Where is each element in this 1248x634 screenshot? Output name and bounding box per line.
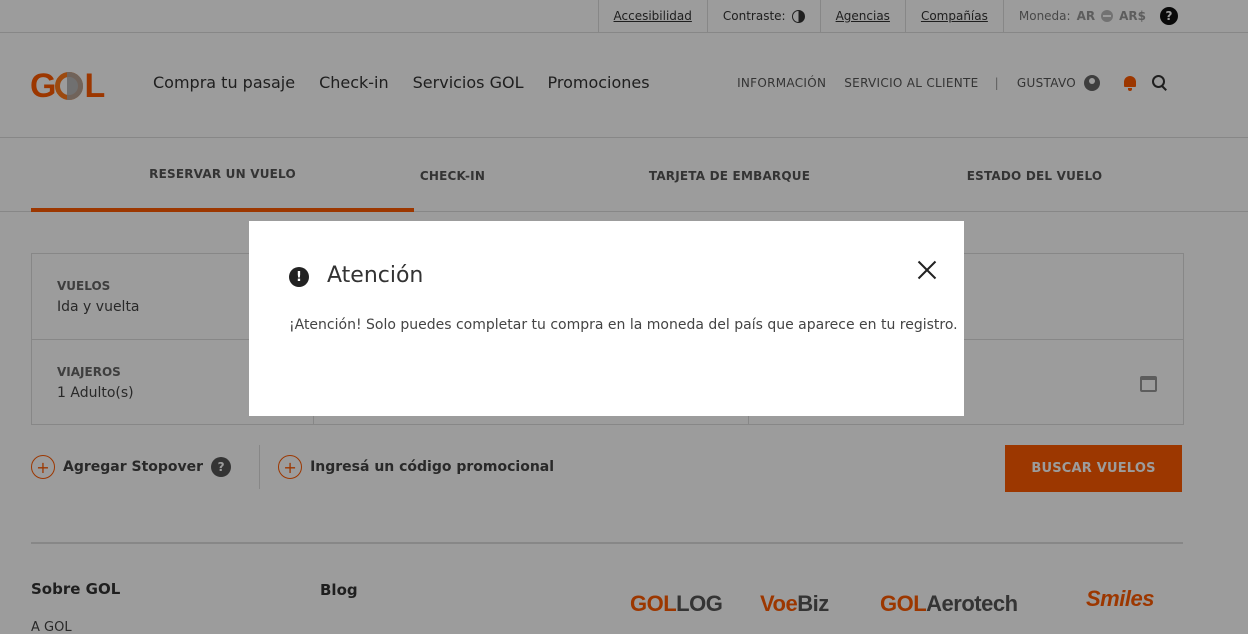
modal-message: ¡Atención! Solo puedes completar tu comp…	[289, 317, 958, 333]
attention-modal: ! Atención ¡Atención! Solo puedes comple…	[249, 221, 964, 416]
close-icon[interactable]	[916, 259, 938, 281]
modal-title: Atención	[327, 263, 424, 288]
alert-icon: !	[289, 267, 309, 287]
